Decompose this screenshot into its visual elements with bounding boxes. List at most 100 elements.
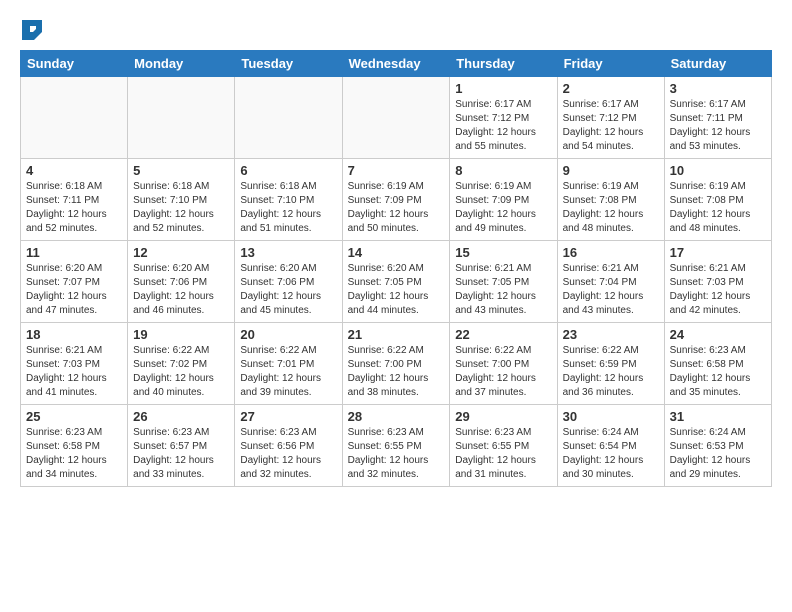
calendar-cell: 1Sunrise: 6:17 AM Sunset: 7:12 PM Daylig… [450,77,557,159]
calendar-cell: 22Sunrise: 6:22 AM Sunset: 7:00 PM Dayli… [450,323,557,405]
day-number: 24 [670,327,766,342]
day-info: Sunrise: 6:18 AM Sunset: 7:11 PM Dayligh… [26,180,122,236]
day-number: 19 [133,327,229,342]
calendar-cell: 30 Sunrise: 6:24 AM Sunset: 6:54 PM Dayli… [557,405,664,487]
day-number: 3 [670,81,766,96]
day-info: Sunrise: 6:17 AM Sunset: 7:11 PM Dayligh… [670,98,766,154]
day-info: Sunrise: 6:23 AM Sunset: 6:58 PM Dayligh… [670,344,766,400]
day-info: Sunrise: 6:22 AM Sunset: 6:59 PM Dayligh… [563,344,659,400]
day-number: 22 [455,327,551,342]
calendar-cell [128,77,235,159]
logo [20,20,42,40]
calendar-cell: 16Sunrise: 6:21 AM Sunset: 7:04 PM Dayli… [557,241,664,323]
calendar-header-row: SundayMondayTuesdayWednesdayThursdayFrid… [21,51,772,77]
calendar-cell: 11Sunrise: 6:20 AM Sunset: 7:07 PM Dayli… [21,241,128,323]
day-info: Sunrise: 6:21 AM Sunset: 7:05 PM Dayligh… [455,262,551,318]
day-header-friday: Friday [557,51,664,77]
day-number: 20 [240,327,336,342]
day-info: Sunrise: 6:18 AM Sunset: 7:10 PM Dayligh… [240,180,336,236]
day-info: Sunrise: 6:20 AM Sunset: 7:05 PM Dayligh… [348,262,445,318]
day-header-thursday: Thursday [450,51,557,77]
day-number: 28 [348,409,445,424]
day-number: 1 [455,81,551,96]
day-info: Sunrise: 6:23 AM Sunset: 6:55 PM Dayligh… [348,426,445,482]
calendar-cell: 18 Sunrise: 6:21 AM Sunset: 7:03 PM Dayli… [21,323,128,405]
calendar-cell: 2 Sunrise: 6:17 AM Sunset: 7:12 PM Daylig… [557,77,664,159]
day-info: Sunrise: 6:23 AM Sunset: 6:55 PM Dayligh… [455,426,551,482]
day-info: Sunrise: 6:18 AM Sunset: 7:10 PM Dayligh… [133,180,229,236]
day-info: Sunrise: 6:19 AM Sunset: 7:09 PM Dayligh… [455,180,551,236]
day-info: Sunrise: 6:22 AM Sunset: 7:02 PM Dayligh… [133,344,229,400]
day-number: 2 [563,81,659,96]
calendar-cell: 6 Sunrise: 6:18 AM Sunset: 7:10 PM Daylig… [235,159,342,241]
calendar-week-row: 25Sunrise: 6:23 AM Sunset: 6:58 PM Dayli… [21,405,772,487]
day-number: 9 [563,163,659,178]
day-header-tuesday: Tuesday [235,51,342,77]
day-number: 12 [133,245,229,260]
day-number: 14 [348,245,445,260]
calendar-cell: 12 Sunrise: 6:20 AM Sunset: 7:06 PM Dayli… [128,241,235,323]
calendar-cell: 5 Sunrise: 6:18 AM Sunset: 7:10 PM Daylig… [128,159,235,241]
calendar-cell: 27 Sunrise: 6:23 AM Sunset: 6:56 PM Dayli… [235,405,342,487]
day-info: Sunrise: 6:23 AM Sunset: 6:57 PM Dayligh… [133,426,229,482]
day-info: Sunrise: 6:21 AM Sunset: 7:03 PM Dayligh… [26,344,122,400]
day-number: 18 [26,327,122,342]
day-info: Sunrise: 6:20 AM Sunset: 7:06 PM Dayligh… [240,262,336,318]
calendar-cell: 23 Sunrise: 6:22 AM Sunset: 6:59 PM Dayli… [557,323,664,405]
calendar-cell: 10 Sunrise: 6:19 AM Sunset: 7:08 PM Dayli… [664,159,771,241]
calendar-table: SundayMondayTuesdayWednesdayThursdayFrid… [20,50,772,487]
calendar-cell: 13 Sunrise: 6:20 AM Sunset: 7:06 PM Dayli… [235,241,342,323]
calendar-cell: 31 Sunrise: 6:24 AM Sunset: 6:53 PM Dayli… [664,405,771,487]
day-header-saturday: Saturday [664,51,771,77]
day-number: 30 [563,409,659,424]
day-number: 5 [133,163,229,178]
calendar-cell: 14 Sunrise: 6:20 AM Sunset: 7:05 PM Dayli… [342,241,450,323]
calendar-cell: 17 Sunrise: 6:21 AM Sunset: 7:03 PM Dayli… [664,241,771,323]
logo-icon [22,20,42,40]
calendar-cell: 9Sunrise: 6:19 AM Sunset: 7:08 PM Daylig… [557,159,664,241]
day-number: 4 [26,163,122,178]
calendar-cell [21,77,128,159]
day-info: Sunrise: 6:24 AM Sunset: 6:53 PM Dayligh… [670,426,766,482]
day-number: 27 [240,409,336,424]
day-number: 15 [455,245,551,260]
day-header-wednesday: Wednesday [342,51,450,77]
day-number: 29 [455,409,551,424]
day-info: Sunrise: 6:17 AM Sunset: 7:12 PM Dayligh… [563,98,659,154]
day-number: 10 [670,163,766,178]
calendar-cell: 25Sunrise: 6:23 AM Sunset: 6:58 PM Dayli… [21,405,128,487]
day-info: Sunrise: 6:20 AM Sunset: 7:06 PM Dayligh… [133,262,229,318]
day-number: 6 [240,163,336,178]
page-header [20,20,772,40]
day-number: 23 [563,327,659,342]
calendar-cell: 19 Sunrise: 6:22 AM Sunset: 7:02 PM Dayli… [128,323,235,405]
day-info: Sunrise: 6:22 AM Sunset: 7:01 PM Dayligh… [240,344,336,400]
day-header-sunday: Sunday [21,51,128,77]
day-info: Sunrise: 6:19 AM Sunset: 7:08 PM Dayligh… [670,180,766,236]
day-number: 13 [240,245,336,260]
day-number: 31 [670,409,766,424]
calendar-cell [342,77,450,159]
day-number: 7 [348,163,445,178]
calendar-cell: 8Sunrise: 6:19 AM Sunset: 7:09 PM Daylig… [450,159,557,241]
day-header-monday: Monday [128,51,235,77]
day-number: 11 [26,245,122,260]
day-info: Sunrise: 6:24 AM Sunset: 6:54 PM Dayligh… [563,426,659,482]
calendar-week-row: 18 Sunrise: 6:21 AM Sunset: 7:03 PM Dayli… [21,323,772,405]
calendar-week-row: 11Sunrise: 6:20 AM Sunset: 7:07 PM Dayli… [21,241,772,323]
day-info: Sunrise: 6:21 AM Sunset: 7:03 PM Dayligh… [670,262,766,318]
day-number: 17 [670,245,766,260]
calendar-cell: 20 Sunrise: 6:22 AM Sunset: 7:01 PM Dayli… [235,323,342,405]
day-info: Sunrise: 6:23 AM Sunset: 6:56 PM Dayligh… [240,426,336,482]
calendar-cell: 7 Sunrise: 6:19 AM Sunset: 7:09 PM Daylig… [342,159,450,241]
calendar-cell: 28 Sunrise: 6:23 AM Sunset: 6:55 PM Dayli… [342,405,450,487]
day-info: Sunrise: 6:19 AM Sunset: 7:09 PM Dayligh… [348,180,445,236]
calendar-cell: 3 Sunrise: 6:17 AM Sunset: 7:11 PM Daylig… [664,77,771,159]
calendar-cell: 26Sunrise: 6:23 AM Sunset: 6:57 PM Dayli… [128,405,235,487]
calendar-cell: 24 Sunrise: 6:23 AM Sunset: 6:58 PM Dayli… [664,323,771,405]
day-number: 21 [348,327,445,342]
day-info: Sunrise: 6:23 AM Sunset: 6:58 PM Dayligh… [26,426,122,482]
calendar-cell: 15 Sunrise: 6:21 AM Sunset: 7:05 PM Dayli… [450,241,557,323]
day-info: Sunrise: 6:22 AM Sunset: 7:00 PM Dayligh… [348,344,445,400]
day-info: Sunrise: 6:21 AM Sunset: 7:04 PM Dayligh… [563,262,659,318]
